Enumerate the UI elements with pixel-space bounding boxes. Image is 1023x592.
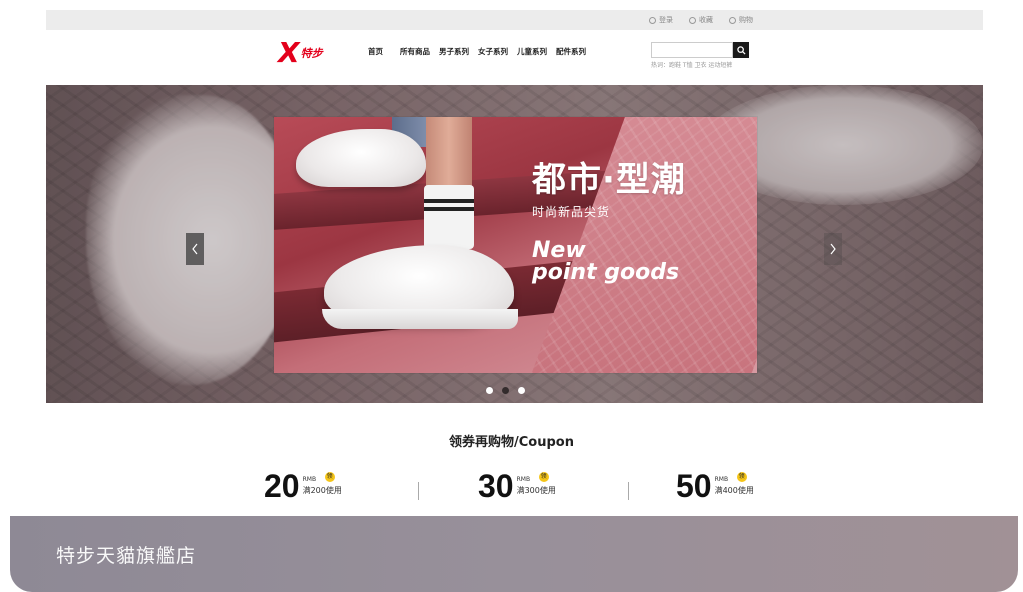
- banner-english-line2: point goods: [532, 260, 680, 285]
- search-hot-words[interactable]: 热词：跑鞋 T恤 卫衣 运动短裤: [651, 60, 732, 69]
- coupon-claim-badge[interactable]: 领: [736, 472, 747, 482]
- coupon-20[interactable]: 20 RMB 领 满200使用: [264, 470, 342, 502]
- carousel-dot-3[interactable]: [518, 387, 525, 394]
- cart-icon: [729, 16, 736, 24]
- nav-item-accessories[interactable]: 配件系列: [556, 46, 586, 57]
- coupon-currency: RMB: [516, 476, 531, 483]
- coupon-30[interactable]: 30 RMB 领 满300使用: [478, 470, 556, 502]
- coupon-claim-badge[interactable]: 领: [538, 472, 549, 482]
- xtep-logo[interactable]: X 特步: [278, 36, 344, 69]
- main-nav: 首页 所有商品 男子系列 女子系列 儿童系列 配件系列: [368, 46, 586, 57]
- coupon-amount: 20: [264, 468, 300, 504]
- nav-item-home[interactable]: 首页: [368, 46, 383, 57]
- top-utility-bar: 登录 收藏 购物: [46, 10, 983, 30]
- nav-item-kids[interactable]: 儿童系列: [517, 46, 547, 57]
- chevron-left-icon: [192, 243, 198, 255]
- topbar-link-label: 登录: [659, 16, 673, 24]
- nav-item-women[interactable]: 女子系列: [478, 46, 508, 57]
- search-box: [651, 42, 749, 58]
- coupon-50[interactable]: 50 RMB 领 满400使用: [676, 470, 754, 502]
- coupon-claim-badge[interactable]: 领: [324, 472, 335, 482]
- coupon-divider: [418, 482, 419, 500]
- logo-mark-icon: X: [278, 36, 300, 69]
- coupon-list: 20 RMB 领 满200使用 30 RMB 领 满300使用 50 RMB 领…: [0, 470, 1023, 516]
- carousel-prev-button[interactable]: [186, 233, 204, 265]
- coupon-condition: 满300使用: [516, 486, 556, 495]
- carousel-next-button[interactable]: [824, 233, 842, 265]
- caption-overlay: 特步天貓旗艦店: [10, 516, 1018, 592]
- coupon-condition: 满200使用: [302, 486, 342, 495]
- search-button[interactable]: [733, 42, 749, 58]
- star-icon: [689, 16, 696, 24]
- hero-banner-carousel[interactable]: 都市·型潮 时尚新品尖货 New point goods: [46, 85, 983, 403]
- coupon-currency: RMB: [302, 476, 317, 483]
- nav-item-all-products[interactable]: 所有商品: [400, 46, 430, 57]
- search-input[interactable]: [651, 42, 733, 58]
- banner-title: 都市·型潮: [532, 160, 686, 200]
- topbar-link-label: 收藏: [699, 16, 713, 24]
- coupon-currency: RMB: [714, 476, 729, 483]
- sneaker-image: [296, 129, 426, 187]
- coupon-amount: 50: [676, 468, 712, 504]
- topbar-link-cart[interactable]: 购物: [729, 15, 753, 25]
- logo-text: 特步: [300, 47, 323, 60]
- topbar-link-label: 购物: [739, 16, 753, 24]
- chevron-right-icon: [830, 243, 836, 255]
- carousel-dot-1[interactable]: [486, 387, 493, 394]
- banner-slogan: 都市·型潮 时尚新品尖货 New point goods: [532, 163, 686, 284]
- coupon-condition: 满400使用: [714, 486, 754, 495]
- coupon-amount: 30: [478, 468, 514, 504]
- search-icon: [736, 45, 746, 55]
- banner-english-line1: New: [532, 238, 586, 263]
- banner-subtitle: 时尚新品尖货: [532, 205, 611, 219]
- topbar-link-favorite[interactable]: 收藏: [689, 15, 713, 25]
- store-header: X 特步 首页 所有商品 男子系列 女子系列 儿童系列 配件系列 热词：跑鞋 T…: [46, 30, 983, 84]
- nav-item-men[interactable]: 男子系列: [439, 46, 469, 57]
- caption-text: 特步天貓旗艦店: [56, 544, 197, 567]
- carousel-indicators: [486, 387, 525, 394]
- carousel-dot-2[interactable]: [502, 387, 509, 394]
- topbar-link-login[interactable]: 登录: [649, 15, 673, 25]
- banner-slide-image[interactable]: 都市·型潮 时尚新品尖货 New point goods: [274, 117, 757, 373]
- coupon-section-title: 领券再购物/Coupon: [449, 435, 574, 450]
- user-icon: [649, 16, 656, 24]
- coupon-divider: [628, 482, 629, 500]
